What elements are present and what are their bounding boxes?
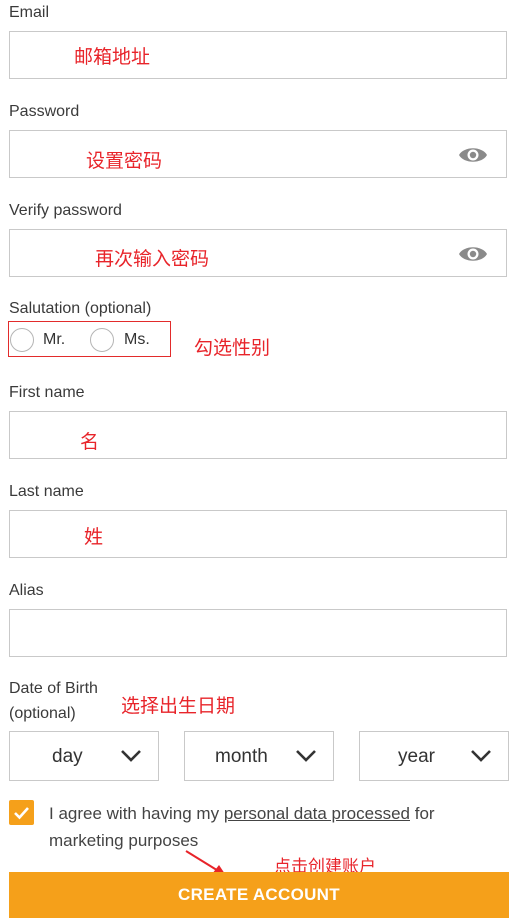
- consent-text-before: I agree with having my: [49, 804, 224, 823]
- day-select[interactable]: day: [9, 731, 159, 781]
- checkmark-icon: [14, 807, 29, 820]
- year-select-value: year: [398, 746, 435, 767]
- month-select-value: month: [215, 746, 268, 767]
- last-name-annotation: 姓: [84, 526, 104, 548]
- verify-password-annotation: 再次输入密码: [95, 248, 210, 270]
- dob-label: Date of Birth: [9, 680, 98, 697]
- email-label: Email: [9, 4, 50, 21]
- eye-icon[interactable]: [458, 244, 488, 264]
- verify-password-label: Verify password: [9, 202, 122, 219]
- mr-radio[interactable]: [10, 328, 34, 352]
- password-label: Password: [9, 103, 80, 120]
- first-name-annotation: 名: [80, 431, 100, 453]
- eye-icon[interactable]: [458, 145, 488, 165]
- alias-label: Alias: [9, 582, 44, 599]
- chevron-down-icon: [296, 750, 316, 762]
- consent-checkbox[interactable]: [9, 800, 34, 825]
- dob-optional-label: (optional): [9, 705, 76, 722]
- password-input[interactable]: [9, 130, 507, 178]
- create-account-button[interactable]: CREATE ACCOUNT: [9, 872, 509, 918]
- alias-input[interactable]: [9, 609, 507, 657]
- password-annotation: 设置密码: [86, 150, 163, 172]
- chevron-down-icon: [471, 750, 491, 762]
- ms-radio-label[interactable]: Ms.: [124, 331, 150, 349]
- ms-radio[interactable]: [90, 328, 114, 352]
- day-select-value: day: [52, 746, 83, 767]
- salutation-label: Salutation (optional): [9, 300, 152, 317]
- salutation-annotation: 勾选性别: [194, 337, 271, 359]
- first-name-label: First name: [9, 384, 85, 401]
- year-select[interactable]: year: [359, 731, 509, 781]
- salutation-radio-group: Mr. Ms.: [8, 321, 171, 357]
- month-select[interactable]: month: [184, 731, 334, 781]
- email-annotation: 邮箱地址: [74, 46, 151, 68]
- last-name-label: Last name: [9, 483, 84, 500]
- consent-text: I agree with having my personal data pro…: [49, 800, 509, 854]
- verify-password-input[interactable]: [9, 229, 507, 277]
- personal-data-link[interactable]: personal data processed: [224, 804, 410, 823]
- mr-radio-label[interactable]: Mr.: [43, 331, 65, 349]
- chevron-down-icon: [121, 750, 141, 762]
- dob-annotation: 选择出生日期: [121, 695, 236, 717]
